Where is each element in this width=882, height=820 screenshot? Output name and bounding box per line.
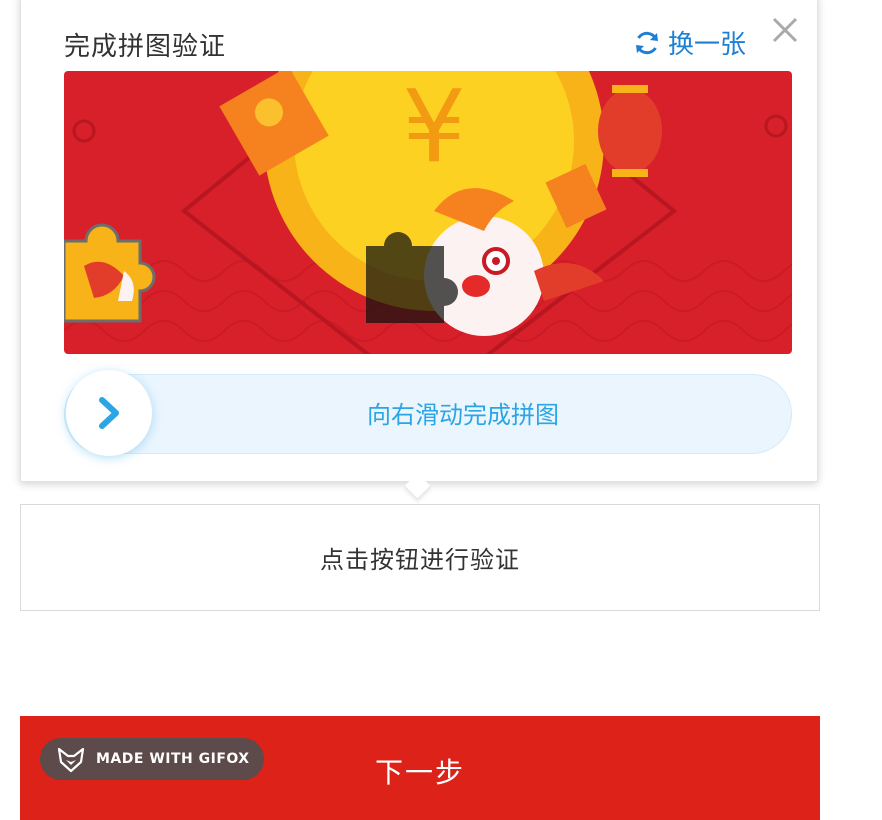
close-button[interactable]	[770, 15, 800, 45]
chevron-right-icon	[99, 397, 119, 429]
next-step-label: 下一步	[374, 756, 465, 789]
captcha-title: 完成拼图验证	[64, 32, 227, 62]
watermark-label: MADE WITH GIFOX	[96, 751, 250, 767]
gifox-watermark: MADE WITH GIFOX	[40, 738, 264, 780]
slider-hint: 向右滑动完成拼图	[367, 401, 559, 429]
close-icon	[772, 17, 798, 43]
refresh-button[interactable]: 换一张	[632, 24, 746, 61]
fox-logo-icon	[57, 747, 85, 773]
slider-track: 向右滑动完成拼图	[64, 374, 792, 454]
puzzle-image: ¥	[64, 71, 792, 354]
verify-button-label: 点击按钮进行验证	[320, 546, 520, 574]
refresh-label: 换一张	[668, 30, 747, 60]
refresh-icon	[636, 31, 658, 54]
svg-text:¥: ¥	[402, 71, 466, 185]
slider-handle[interactable]	[66, 370, 152, 456]
verify-button[interactable]: 点击按钮进行验证	[20, 504, 820, 611]
